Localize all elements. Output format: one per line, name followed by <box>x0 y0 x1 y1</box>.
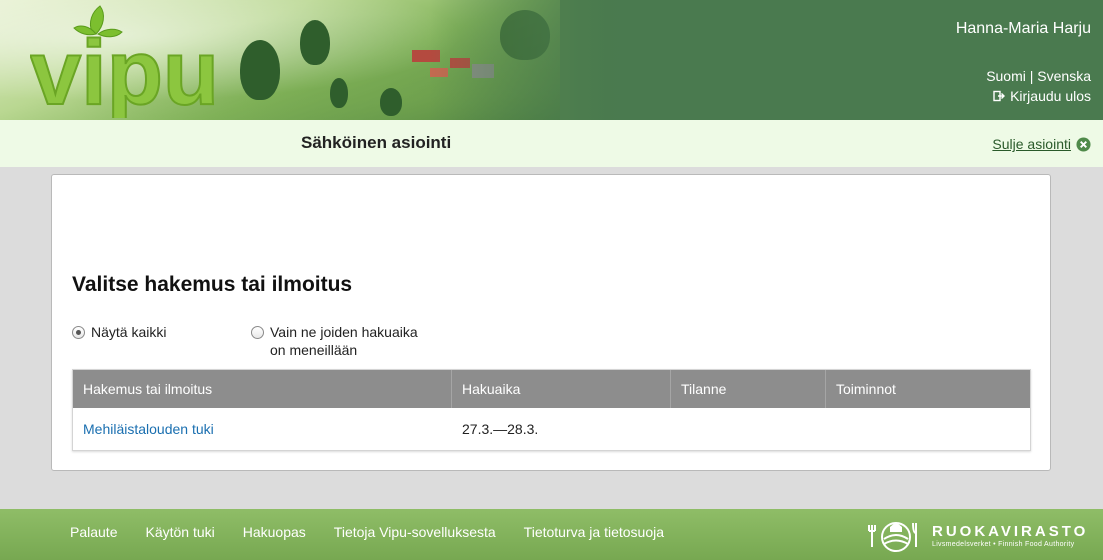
period-cell: 27.3.—28.3. <box>462 421 539 437</box>
logout-label: Kirjaudu ulos <box>1010 88 1091 104</box>
section-title: Valitse hakemus tai ilmoitus <box>72 273 353 296</box>
close-circle-icon <box>1076 136 1091 152</box>
filter-show-all-radio[interactable] <box>72 326 85 339</box>
footer-link-guide[interactable]: Hakuopas <box>243 524 306 540</box>
filter-show-all[interactable]: Näytä kaikki <box>72 323 166 341</box>
table-row: Mehiläistalouden tuki 27.3.—28.3. <box>73 408 1030 450</box>
close-service-label: Sulje asiointi <box>992 136 1071 152</box>
logout-icon <box>993 90 1006 102</box>
service-bar: Sähköinen asiointi Sulje asiointi <box>0 120 1103 167</box>
brand-name: RUOKAVIRASTO <box>932 522 1089 540</box>
footer-link-about[interactable]: Tietoja Vipu-sovelluksesta <box>334 524 496 540</box>
filter-active-only-radio[interactable] <box>251 326 264 339</box>
column-header-actions: Toiminnot <box>836 381 896 397</box>
svg-text:vipu: vipu <box>30 22 219 118</box>
lang-suomi-link[interactable]: Suomi <box>986 68 1026 84</box>
column-header-application: Hakemus tai ilmoitus <box>73 370 452 408</box>
filter-show-all-label: Näytä kaikki <box>91 324 167 340</box>
app-header: vipu Hanna-Maria Harju Suomi | Svenska K… <box>0 0 1103 120</box>
footer-link-support[interactable]: Käytön tuki <box>145 524 214 540</box>
filter-active-only-label: Vain ne joiden hakuaika on meneillään <box>270 324 418 358</box>
footer-link-feedback[interactable]: Palaute <box>70 524 117 540</box>
logout-link[interactable]: Kirjaudu ulos <box>993 88 1091 104</box>
lang-svenska-link[interactable]: Svenska <box>1037 68 1091 84</box>
main-panel: Valitse hakemus tai ilmoitus Näytä kaikk… <box>51 174 1051 471</box>
column-header-status: Tilanne <box>671 370 826 408</box>
application-link[interactable]: Mehiläistalouden tuki <box>83 421 214 437</box>
page-title: Sähköinen asiointi <box>301 133 452 152</box>
footer-link-privacy[interactable]: Tietoturva ja tietosuoja <box>524 524 664 540</box>
column-header-period: Hakuaika <box>452 370 671 408</box>
ruokavirasto-emblem-icon <box>868 522 917 552</box>
applications-table: Hakemus tai ilmoitus Hakuaika Tilanne To… <box>72 369 1031 451</box>
actions-cell <box>826 408 1030 450</box>
filter-active-only[interactable]: Vain ne joiden hakuaika on meneillään <box>251 323 418 359</box>
close-service-link[interactable]: Sulje asiointi <box>992 136 1091 152</box>
language-switcher: Suomi | Svenska <box>986 68 1091 84</box>
footer-links: Palaute Käytön tuki Hakuopas Tietoja Vip… <box>70 524 664 540</box>
lang-separator: | <box>1029 68 1034 84</box>
user-name: Hanna-Maria Harju <box>955 20 1091 37</box>
vipu-logo[interactable]: vipu <box>30 4 230 118</box>
brand-subtitle: Livsmedelsverket • Finnish Food Authorit… <box>932 540 1075 548</box>
status-cell <box>671 408 826 450</box>
ruokavirasto-logo[interactable]: RUOKAVIRASTO Livsmedelsverket • Finnish … <box>866 517 1088 553</box>
application-cell: Mehiläistalouden tuki <box>73 408 452 450</box>
app-footer: Palaute Käytön tuki Hakuopas Tietoja Vip… <box>0 509 1103 560</box>
table-header: Hakemus tai ilmoitus Hakuaika Tilanne To… <box>73 370 1030 408</box>
